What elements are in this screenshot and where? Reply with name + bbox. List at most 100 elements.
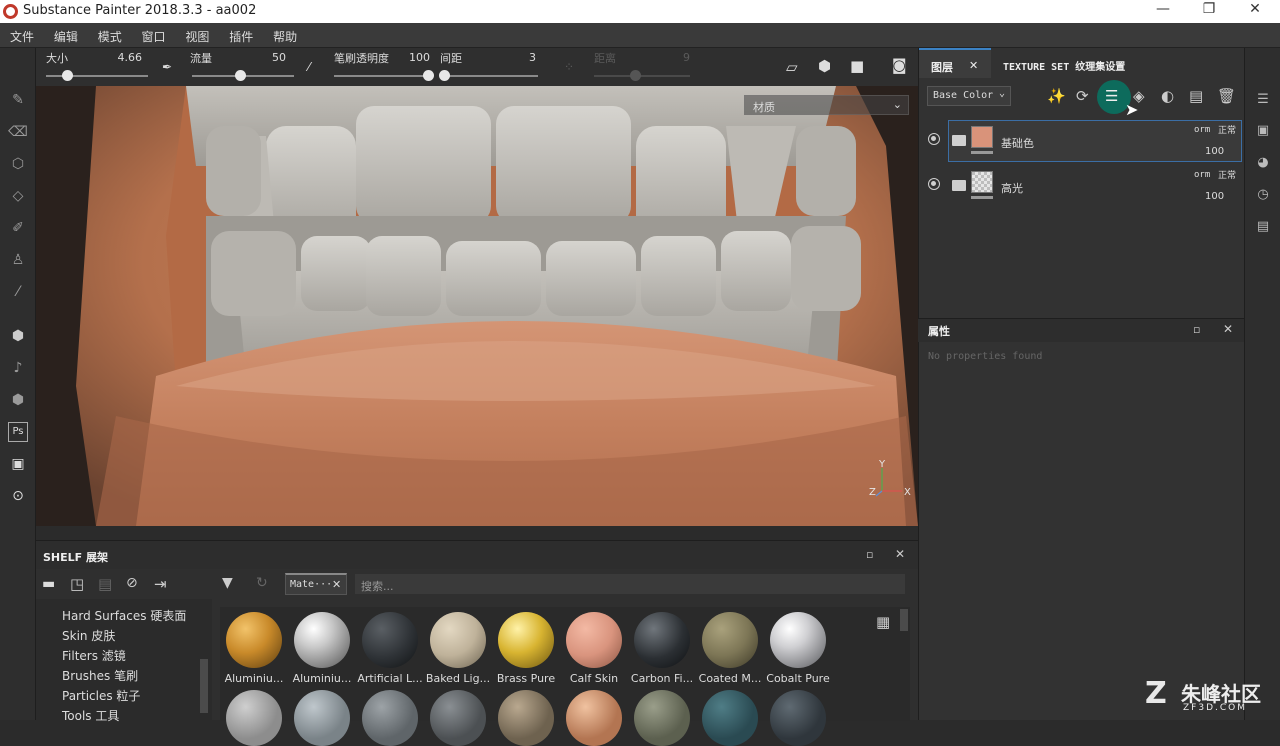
filter-tag-chip[interactable]: Mate··· ✕	[285, 573, 347, 595]
flow-pressure-icon[interactable]: ⁄	[308, 60, 310, 74]
material-ball[interactable]	[566, 612, 622, 668]
menu-window[interactable]: 窗口	[134, 23, 174, 50]
filter-icon[interactable]: ▼	[222, 575, 233, 591]
material-ball[interactable]	[430, 690, 486, 746]
material-ball[interactable]	[226, 690, 282, 746]
clone-stamp-icon[interactable]: ♙	[8, 250, 28, 270]
distance-slider[interactable]	[594, 75, 690, 77]
float-panel-icon[interactable]: ▫	[866, 548, 873, 561]
layer-blend-mode[interactable]: orm	[1194, 170, 1210, 180]
geometry-mask-icon[interactable]: ◇	[8, 186, 28, 206]
layer-mode[interactable]: 正常	[1218, 123, 1236, 136]
hide-icon[interactable]: ⊘	[126, 575, 138, 591]
material-ball[interactable]	[498, 690, 554, 746]
smudge-icon[interactable]: ✐	[8, 218, 28, 238]
notification-icon[interactable]: ♪	[8, 358, 28, 378]
add-folder-icon[interactable]: ▤	[1189, 87, 1203, 105]
menu-help[interactable]: 帮助	[265, 23, 305, 50]
pen-pressure-icon[interactable]: ✒	[162, 60, 172, 74]
shelf-category[interactable]: Skin 皮肤	[62, 627, 115, 644]
material-ball[interactable]	[362, 690, 418, 746]
layer-opacity[interactable]: 100	[1205, 146, 1224, 157]
display-settings-icon[interactable]: ◕	[1255, 155, 1271, 171]
photoshop-icon[interactable]: Ps	[8, 422, 28, 442]
material-ball[interactable]	[498, 612, 554, 668]
opacity-slider-knob[interactable]	[423, 70, 434, 81]
spacing-slider-knob[interactable]	[439, 70, 450, 81]
float-panel-icon[interactable]: ▫	[1193, 323, 1200, 336]
layer-blend-mode[interactable]: orm	[1194, 125, 1210, 135]
close-icon[interactable]: ✕	[895, 547, 905, 561]
refresh-icon[interactable]: ⟳	[1076, 87, 1089, 105]
menu-file[interactable]: 文件	[2, 23, 42, 50]
grid-view-icon[interactable]: ▦	[876, 613, 890, 631]
close-icon[interactable]: ✕	[332, 578, 341, 591]
opacity-slider[interactable]	[334, 75, 430, 77]
menu-mode[interactable]: 模式	[90, 23, 130, 50]
eraser-icon[interactable]: ⌫	[8, 122, 28, 142]
shelf-search-input[interactable]: 搜索...	[355, 574, 905, 594]
shelf-category[interactable]: Hard Surfaces 硬表面	[62, 607, 186, 624]
material-ball[interactable]	[770, 690, 826, 746]
flow-value[interactable]: 50	[246, 51, 286, 64]
folder-icon[interactable]: ▬	[42, 576, 55, 592]
layer-mode[interactable]: 正常	[1218, 168, 1236, 181]
projection-icon[interactable]: ⬡	[8, 154, 28, 174]
flow-slider-knob[interactable]	[235, 70, 246, 81]
layer-opacity[interactable]: 100	[1205, 191, 1224, 202]
distance-slider-knob[interactable]	[630, 70, 641, 81]
layers-icon[interactable]: ☰	[1255, 92, 1271, 108]
channel-select[interactable]: Base Color ⌄	[927, 86, 1011, 106]
minimize-button[interactable]: —	[1148, 1, 1178, 21]
size-value[interactable]: 4.66	[102, 51, 143, 64]
visibility-eye-icon[interactable]	[928, 178, 940, 190]
material-ball[interactable]	[362, 612, 418, 668]
add-mask-icon[interactable]: ◐	[1161, 87, 1174, 105]
shelf-category[interactable]: Particles 粒子	[62, 687, 140, 704]
opacity-value[interactable]: 100	[390, 51, 430, 64]
material-ball[interactable]	[226, 612, 282, 668]
viewport-material-select[interactable]: 材质 ⌄	[744, 95, 909, 115]
visibility-eye-icon[interactable]	[928, 133, 940, 145]
history-icon[interactable]: ◷	[1255, 187, 1271, 203]
close-window-button[interactable]: ✕	[1240, 1, 1270, 21]
shelf-category[interactable]: Tools 工具	[62, 707, 119, 724]
log-icon[interactable]: ▤	[1255, 219, 1271, 235]
auto-unwrap-icon[interactable]: ✨	[1047, 87, 1066, 105]
material-ball[interactable]	[770, 612, 826, 668]
delete-layer-icon[interactable]: 🗑	[1217, 87, 1236, 105]
spacing-value[interactable]: 3	[496, 51, 536, 64]
grid-scrollbar[interactable]	[900, 609, 908, 631]
shelf-category[interactable]: Brushes 笔刷	[62, 667, 138, 684]
material-ball[interactable]	[430, 612, 486, 668]
texture-set-settings-icon[interactable]: ▣	[1255, 123, 1271, 139]
close-icon[interactable]: ✕	[1223, 322, 1233, 336]
reset-filter-icon[interactable]: ↻	[256, 575, 268, 591]
size-slider-knob[interactable]	[62, 70, 73, 81]
material-ball[interactable]	[566, 690, 622, 746]
maximize-button[interactable]: ❐	[1194, 1, 1224, 21]
material-ball[interactable]	[294, 612, 350, 668]
shelf-category[interactable]: Filters 滤镜	[62, 647, 126, 664]
tab-close-icon[interactable]: ✕	[969, 59, 978, 72]
video-camera-icon[interactable]: ■	[850, 57, 864, 75]
render-icon[interactable]: ⬢	[8, 390, 28, 410]
symmetry-icon[interactable]: ▱	[786, 58, 798, 76]
screenshot-icon[interactable]: ◙	[892, 56, 907, 74]
bake-icon[interactable]: ⬢	[8, 326, 28, 346]
export-icon[interactable]: ▣	[8, 454, 28, 474]
menu-edit[interactable]: 编辑	[46, 23, 86, 50]
paint-brush-icon[interactable]: ✎	[8, 90, 28, 110]
new-window-icon[interactable]: ◳	[70, 575, 84, 593]
settings-icon[interactable]: ⊙	[8, 486, 28, 506]
spacing-slider[interactable]	[442, 75, 538, 77]
import-icon[interactable]: ⇥	[154, 575, 167, 593]
material-ball[interactable]	[702, 612, 758, 668]
menu-view[interactable]: 视图	[177, 23, 217, 50]
distance-value[interactable]: 9	[650, 51, 690, 64]
lazy-mouse-icon[interactable]: ⁘	[564, 60, 574, 74]
menu-plugins[interactable]: 插件	[221, 23, 261, 50]
library-icon[interactable]: ▤	[98, 575, 112, 593]
material-ball[interactable]	[702, 690, 758, 746]
camera-3d-icon[interactable]: ⬢	[818, 57, 831, 75]
